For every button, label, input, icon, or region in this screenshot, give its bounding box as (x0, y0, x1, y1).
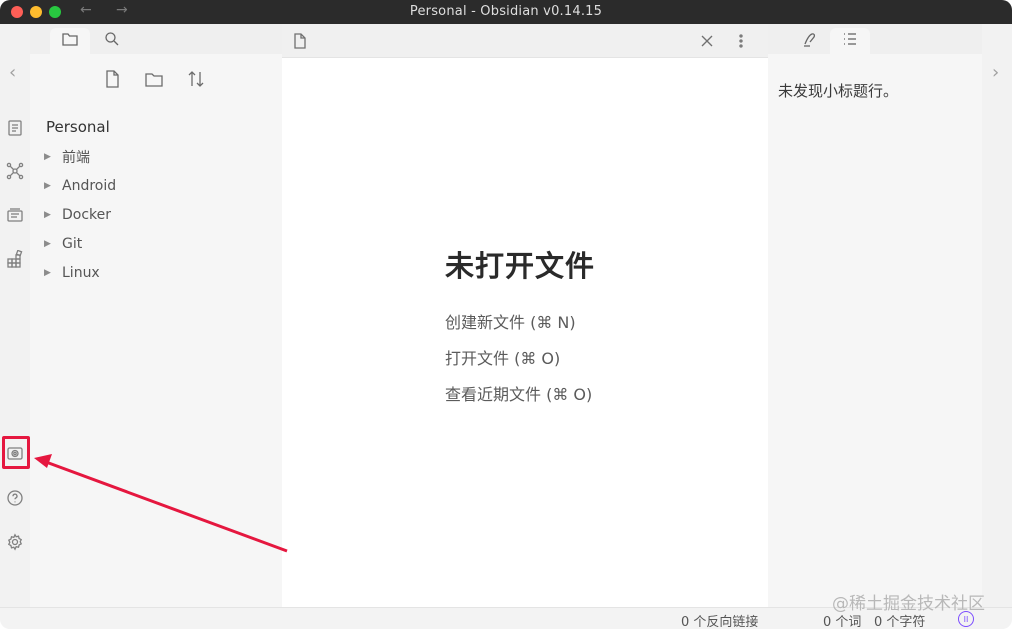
annotation-arrow-icon (34, 454, 288, 553)
obsidian-window: ← → Personal - Obsidian v0.14.15 ‹ Perso… (0, 0, 1012, 629)
